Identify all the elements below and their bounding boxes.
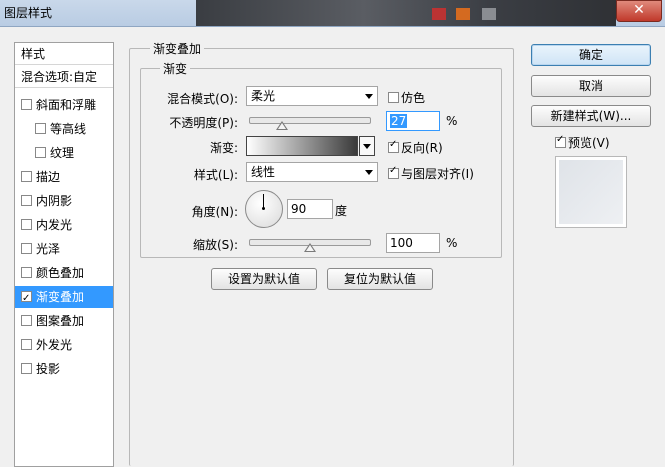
style-item-label: 投影 [36,362,61,376]
slider-thumb[interactable] [276,121,289,130]
preview-label: 预览(V) [568,136,610,150]
style-item-label: 光泽 [36,242,61,256]
dither-label: 仿色 [401,91,426,105]
checkbox[interactable] [21,219,32,230]
preview-swatch [559,160,623,224]
gradient-overlay-title: 渐变叠加 [150,40,205,57]
window-title: 图层样式 [4,6,53,20]
style-item-color-overlay[interactable]: 颜色叠加 [15,262,113,284]
scale-value: 100 [390,236,413,250]
checkbox[interactable] [21,99,32,110]
blend-options-item[interactable]: 混合选项:自定 [15,66,113,88]
gradient-swatch[interactable] [246,136,358,156]
style-item-bevel-emboss[interactable]: 斜面和浮雕 [15,94,113,116]
close-button[interactable]: ✕ [616,0,662,22]
background-taskbar-area [196,0,616,26]
style-item-stroke[interactable]: 描边 [15,166,113,188]
styles-header[interactable]: 样式 [15,43,113,65]
close-icon: ✕ [633,2,645,18]
slider-thumb[interactable] [304,243,316,252]
opacity-value: 27 [390,114,408,128]
reverse-checkbox[interactable]: 反向(R) [388,139,443,156]
checkbox[interactable] [35,123,46,134]
style-item-outer-glow[interactable]: 外发光 [15,334,113,356]
set-default-button[interactable]: 设置为默认值 [211,268,317,290]
taskbar-icon [432,8,446,20]
align-with-layer-label: 与图层对齐(I) [401,167,474,181]
style-item-pattern-overlay[interactable]: 图案叠加 [15,310,113,332]
opacity-unit: % [446,114,458,128]
style-value: 线性 [251,165,276,179]
styles-list: 样式 混合选项:自定 斜面和浮雕 等高线 纹理 描边 内阴影 内发光 光泽 颜色… [14,42,114,467]
style-item-label: 内阴影 [36,194,73,208]
style-label: 样式(L): [193,168,238,182]
reset-default-button[interactable]: 复位为默认值 [327,268,433,290]
angle-dial-center [262,207,265,210]
checkbox-checked[interactable] [555,134,566,148]
style-item-label: 纹理 [50,146,75,160]
blend-mode-select[interactable]: 柔光 [246,86,378,106]
dither-checkbox[interactable]: 仿色 [388,89,425,106]
style-item-label: 图案叠加 [36,314,85,328]
chevron-down-icon [365,170,373,175]
taskbar-icon [456,8,470,20]
style-item-label: 等高线 [50,122,87,136]
checkbox[interactable] [21,243,32,254]
gradient-subgroup-title: 渐变 [160,60,191,77]
opacity-label: 不透明度(P): [169,116,238,130]
checkbox[interactable] [21,315,32,326]
scale-slider[interactable] [249,239,371,252]
scale-input[interactable]: 100 [386,233,440,253]
angle-label: 角度(N): [191,205,238,219]
checkbox-checked[interactable] [388,139,399,153]
style-item-drop-shadow[interactable]: 投影 [15,358,113,380]
checkbox[interactable] [21,267,32,278]
opacity-input[interactable]: 27 [386,111,440,131]
checkbox[interactable] [21,363,32,374]
style-item-label: 描边 [36,170,61,184]
style-item-label: 外发光 [36,338,73,352]
checkbox[interactable] [21,339,32,350]
angle-input[interactable]: 90 [287,199,333,219]
style-select[interactable]: 线性 [246,162,378,182]
style-preview-thumbnail [555,156,627,228]
chevron-down-icon [365,94,373,99]
opacity-slider[interactable] [249,117,371,130]
ok-button[interactable]: 确定 [531,44,651,66]
style-item-gradient-overlay[interactable]: 渐变叠加 [15,286,113,310]
scale-label: 缩放(S): [192,238,238,252]
scale-unit: % [446,236,458,250]
style-item-inner-glow[interactable]: 内发光 [15,214,113,236]
checkbox[interactable] [388,92,399,103]
angle-value: 90 [291,202,307,216]
style-item-satin[interactable]: 光泽 [15,238,113,260]
taskbar-icon [482,8,496,20]
blend-mode-label: 混合模式(O): [167,92,238,106]
gradient-label: 渐变: [209,141,238,155]
style-item-contour[interactable]: 等高线 [15,118,113,140]
style-item-label: 渐变叠加 [36,290,85,304]
style-item-label: 斜面和浮雕 [36,98,97,112]
checkbox[interactable] [21,195,32,206]
new-style-button[interactable]: 新建样式(W)... [531,105,651,127]
checkbox[interactable] [21,171,32,182]
style-item-label: 内发光 [36,218,73,232]
align-with-layer-checkbox[interactable]: 与图层对齐(I) [388,165,474,182]
blend-mode-value: 柔光 [251,89,276,103]
chevron-down-icon [363,144,371,149]
preview-checkbox[interactable]: 预览(V) [555,134,610,151]
angle-dial[interactable] [245,190,283,228]
reverse-label: 反向(R) [401,141,443,155]
style-item-texture[interactable]: 纹理 [15,142,113,164]
title-bar[interactable]: 图层样式 ✕ [0,0,665,27]
style-item-inner-shadow[interactable]: 内阴影 [15,190,113,212]
angle-unit: 度 [335,204,348,218]
cancel-button[interactable]: 取消 [531,75,651,97]
gradient-dropdown-button[interactable] [359,136,375,156]
checkbox-checked[interactable] [388,165,399,179]
checkbox[interactable] [35,147,46,158]
style-item-label: 颜色叠加 [36,266,85,280]
checkbox-checked[interactable] [21,288,32,310]
